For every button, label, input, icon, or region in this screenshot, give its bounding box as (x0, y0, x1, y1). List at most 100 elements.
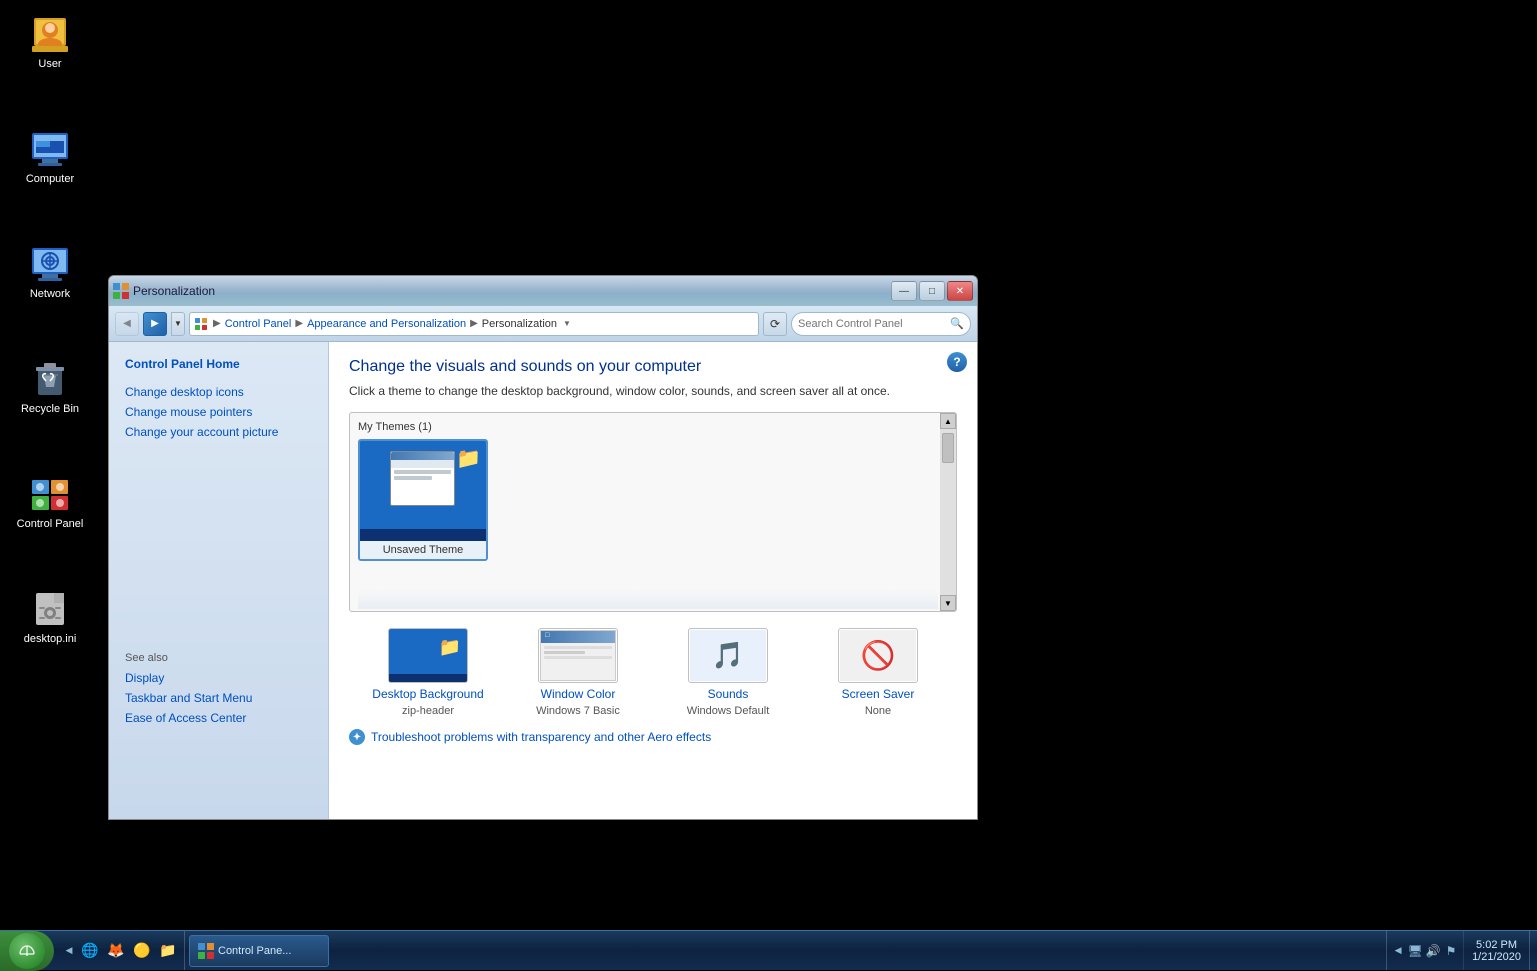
scrollbar-thumb[interactable] (942, 433, 954, 463)
search-input[interactable] (798, 318, 946, 330)
themes-container: My Themes (1) (349, 412, 957, 612)
search-box: 🔍 (791, 312, 971, 336)
troubleshoot-icon: ✦ (349, 729, 365, 745)
main-content: ? Change the visuals and sounds on your … (329, 342, 977, 819)
desktop-icon-desktop-ini[interactable]: desktop.ini (10, 585, 90, 649)
recycle-icon (30, 359, 70, 399)
desktop-bg-taskbar (389, 674, 467, 682)
clock-date: 1/21/2020 (1472, 951, 1521, 963)
theme-preview-window (390, 451, 455, 506)
desktop-background-sublabel: zip-header (402, 705, 454, 717)
sidebar: Control Panel Home Change desktop icons … (109, 342, 329, 819)
close-button[interactable]: ✕ (947, 281, 973, 301)
tray-icon-action-center[interactable]: ⚑ (1443, 943, 1459, 959)
scrollbar-up-button[interactable]: ▲ (940, 413, 956, 429)
breadcrumb-home-icon (194, 317, 208, 331)
screen-saver-sublabel: None (865, 705, 891, 717)
screen-saver-icon: 🚫 (838, 628, 918, 683)
sidebar-link-ease-of-access[interactable]: Ease of Access Center (109, 708, 328, 728)
quick-launch-explorer[interactable]: 📁 (156, 939, 180, 963)
sidebar-link-mouse-pointers[interactable]: Change mouse pointers (109, 402, 328, 422)
theme-preview-taskbar (360, 529, 486, 541)
taskbar-clock[interactable]: 5:02 PM 1/21/2020 (1463, 931, 1529, 970)
system-tray: ◀ 🖥 🔊 ⚑ (1386, 931, 1463, 970)
sidebar-link-account-picture[interactable]: Change your account picture (109, 422, 328, 442)
sounds-icon: 🎵 (688, 628, 768, 683)
theme-scrollbar: ▲ ▼ (940, 413, 956, 611)
window-color-titlebar: □ (541, 631, 615, 643)
theme-items: 📁 Unsaved Theme (358, 439, 948, 561)
forward-button[interactable]: ▶ (143, 312, 167, 336)
breadcrumb-dropdown-button[interactable]: ▼ (560, 314, 574, 334)
desktop-background-label: Desktop Background (372, 687, 483, 701)
start-orb (9, 933, 45, 969)
quick-launch-firefox[interactable]: 🦊 (104, 939, 128, 963)
desktop-icon-user[interactable]: User (10, 10, 90, 74)
tool-desktop-background[interactable]: 📁 Desktop Background zip-header (363, 628, 493, 717)
desktop-bg-preview: 📁 (389, 629, 467, 682)
user-icon (30, 14, 70, 54)
breadcrumb-item-2[interactable]: Appearance and Personalization (304, 318, 469, 330)
sounds-sublabel: Windows Default (687, 705, 770, 717)
sidebar-link-taskbar[interactable]: Taskbar and Start Menu (109, 688, 328, 708)
sidebar-link-desktop-icons[interactable]: Change desktop icons (109, 382, 328, 402)
sounds-preview: 🎵 (690, 630, 766, 681)
start-button[interactable] (0, 931, 54, 971)
window-title: Personalization (133, 284, 215, 298)
taskbar-item-control-panel[interactable]: Control Pane... (189, 935, 329, 967)
breadcrumb-sep-2: ▶ (295, 318, 303, 329)
sidebar-link-home[interactable]: Control Panel Home (109, 354, 328, 374)
theme-preview-folder: 📁 (456, 446, 481, 471)
tray-icon-volume[interactable]: 🔊 (1425, 943, 1441, 959)
network-icon-label: Network (30, 288, 70, 300)
desktop-bg-folder-icon: 📁 (439, 637, 461, 658)
maximize-button[interactable]: □ (919, 281, 945, 301)
refresh-button[interactable]: ⟳ (763, 312, 787, 336)
help-button[interactable]: ? (947, 352, 967, 372)
tray-icon-network[interactable]: 🖥 (1407, 943, 1423, 959)
quick-launch-ie[interactable]: 🌐 (78, 939, 102, 963)
troubleshoot-label: Troubleshoot problems with transparency … (371, 730, 711, 744)
quick-launch-chrome[interactable]: 🟡 (130, 939, 154, 963)
scrollbar-down-button[interactable]: ▼ (940, 595, 956, 611)
back-button[interactable]: ◀ (115, 312, 139, 336)
minimize-button[interactable]: — (891, 281, 917, 301)
show-desktop-button[interactable] (1529, 931, 1537, 970)
tool-sounds[interactable]: 🎵 Sounds Windows Default (663, 628, 793, 717)
desktop-icon-control-panel[interactable]: Control Panel (10, 470, 90, 534)
desktop-background-icon: 📁 (388, 628, 468, 683)
window-icon (113, 283, 129, 299)
user-icon-label: User (38, 58, 61, 70)
screen-saver-preview: 🚫 (840, 630, 916, 681)
breadcrumb-item-1[interactable]: Control Panel (222, 318, 295, 330)
nav-dropdown-button[interactable]: ▼ (171, 312, 185, 336)
window-color-icon: □ (538, 628, 618, 683)
taskbar-item-label: Control Pane... (218, 945, 291, 957)
theme-preview-titlebar (391, 452, 454, 460)
search-button[interactable]: 🔍 (950, 317, 964, 331)
theme-toolbar: 📁 Desktop Background zip-header □ (349, 628, 957, 717)
computer-icon (30, 129, 70, 169)
desktop-icon-network[interactable]: Network (10, 240, 90, 304)
desktop: User Computer (0, 0, 1537, 970)
window-color-body (541, 643, 615, 662)
theme-preview: 📁 (360, 441, 486, 541)
desktop-icon-recycle[interactable]: Recycle Bin (10, 355, 90, 419)
quick-launch-more[interactable]: ◀ (62, 941, 76, 961)
theme-preview-bg: 📁 (360, 441, 486, 541)
breadcrumb-sep-1: ▶ (213, 318, 221, 329)
window-color-sublabel: Windows 7 Basic (536, 705, 620, 717)
desktop-icon-computer[interactable]: Computer (10, 125, 90, 189)
troubleshoot-link[interactable]: ✦ Troubleshoot problems with transparenc… (349, 729, 957, 745)
sidebar-link-display[interactable]: Display (109, 668, 328, 688)
breadcrumb-bar: ▶ Control Panel ▶ Appearance and Persona… (189, 312, 759, 336)
tool-window-color[interactable]: □ Window Color Windows 7 Basic (513, 628, 643, 717)
tray-show-hidden[interactable]: ◀ (1391, 941, 1405, 961)
taskbar-items: Control Pane... (185, 931, 1386, 970)
window-controls: — □ ✕ (891, 281, 973, 301)
see-also-label: See also (109, 642, 328, 668)
tool-screen-saver[interactable]: 🚫 Screen Saver None (813, 628, 943, 717)
control-panel-icon-label: Control Panel (17, 518, 84, 530)
theme-item-unsaved[interactable]: 📁 Unsaved Theme (358, 439, 488, 561)
desktop-ini-label: desktop.ini (24, 633, 77, 645)
